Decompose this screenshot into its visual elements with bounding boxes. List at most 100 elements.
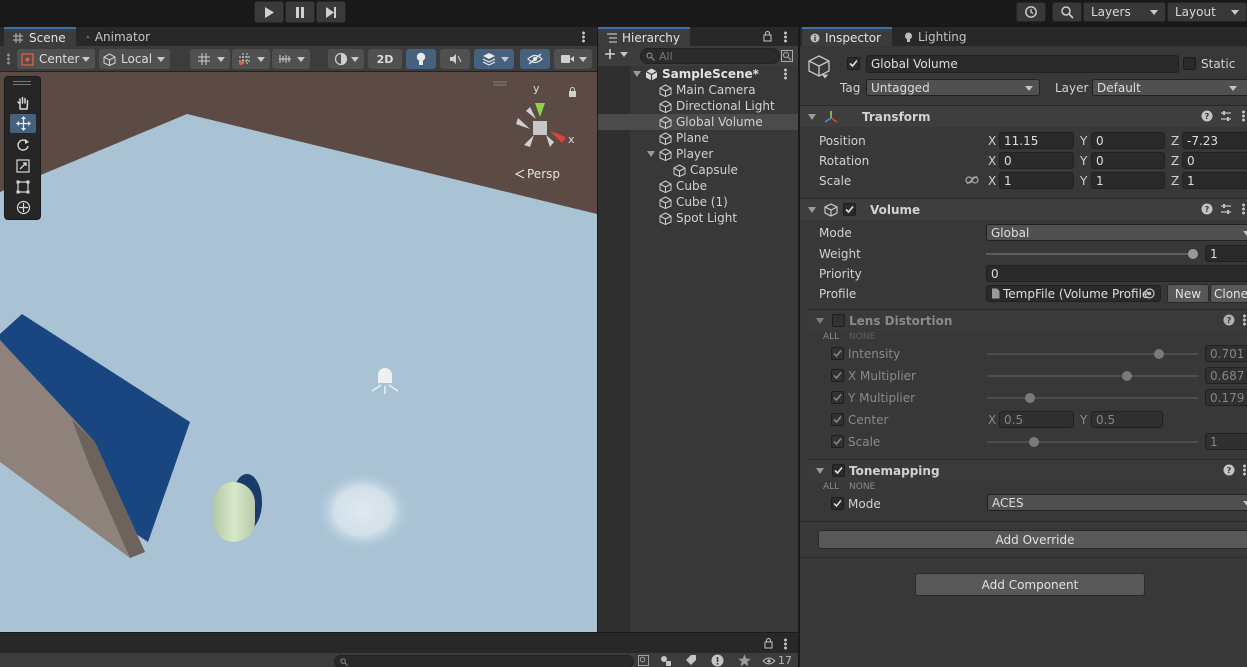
help-icon[interactable]: ? xyxy=(1201,110,1213,122)
position-y-input[interactable]: 0 xyxy=(1091,132,1165,149)
hierarchy-item[interactable]: Plane xyxy=(598,130,798,146)
kebab-menu-icon[interactable] xyxy=(1243,314,1246,326)
transform-tool[interactable] xyxy=(10,198,36,217)
weight-input[interactable]: 1 xyxy=(1205,245,1247,262)
position-z-input[interactable]: -7.23 xyxy=(1182,132,1247,149)
intensity-override-checkbox[interactable] xyxy=(831,347,844,360)
priority-input[interactable]: 0 xyxy=(986,265,1247,282)
new-profile-button[interactable]: New xyxy=(1167,284,1209,303)
hidden-count[interactable]: 17 xyxy=(762,654,792,667)
grid-snapping-button[interactable] xyxy=(190,49,230,69)
intensity-input[interactable]: 0.701 xyxy=(1205,345,1247,362)
tab-lighting[interactable]: Lighting xyxy=(896,27,976,47)
search-filter-icon[interactable] xyxy=(638,655,649,666)
increment-snapping-button[interactable] xyxy=(232,49,270,69)
presets-icon[interactable] xyxy=(1220,110,1232,122)
lens-scale-input[interactable]: 1 xyxy=(1205,433,1247,450)
help-icon[interactable]: ? xyxy=(1223,464,1235,476)
layout-dropdown[interactable]: Layout xyxy=(1167,2,1247,22)
step-button[interactable] xyxy=(316,1,346,23)
intensity-slider-thumb[interactable] xyxy=(1153,349,1164,359)
create-button[interactable] xyxy=(604,48,628,60)
tonemapping-mode-dropdown[interactable]: ACES xyxy=(987,494,1247,511)
scale-override-checkbox[interactable] xyxy=(831,435,844,448)
toggle-lighting-button[interactable] xyxy=(406,49,436,69)
tag-dropdown[interactable]: Untagged xyxy=(866,79,1040,96)
rotation-z-input[interactable]: 0 xyxy=(1182,152,1247,169)
ruler-button[interactable] xyxy=(272,49,310,69)
hierarchy-search-input[interactable]: All xyxy=(640,48,780,64)
kebab-menu-icon[interactable] xyxy=(582,31,585,43)
favorite-star-icon[interactable] xyxy=(738,654,751,667)
tonemapping-enabled-checkbox[interactable] xyxy=(832,464,845,477)
presets-icon[interactable] xyxy=(1220,203,1232,215)
effects-button[interactable] xyxy=(474,49,514,69)
help-icon[interactable]: ? xyxy=(1201,203,1213,215)
layer-dropdown[interactable]: Default xyxy=(1092,79,1247,96)
chevron-down-icon[interactable] xyxy=(821,74,829,79)
toggle-2d-button[interactable]: 2D xyxy=(368,49,402,69)
xmult-override-checkbox[interactable] xyxy=(831,369,844,382)
hierarchy-scene-row[interactable]: SampleScene* xyxy=(598,66,798,82)
lens-distortion-enabled-checkbox[interactable] xyxy=(832,314,845,327)
center-y-input[interactable]: 0.5 xyxy=(1091,411,1163,428)
lens-all-toggle[interactable]: ALL xyxy=(823,332,839,342)
tab-inspector[interactable]: Inspector xyxy=(802,27,892,47)
static-checkbox[interactable] xyxy=(1183,57,1196,70)
hierarchy-item[interactable]: Cube xyxy=(598,178,798,194)
center-x-input[interactable]: 0.5 xyxy=(999,411,1074,428)
object-picker-icon[interactable] xyxy=(1144,288,1155,299)
hierarchy-item[interactable]: Capsule xyxy=(598,162,798,178)
weight-slider[interactable] xyxy=(986,253,1198,255)
tonemapping-header[interactable]: Tonemapping xyxy=(808,459,1247,481)
play-button[interactable] xyxy=(254,1,284,23)
overlay-grip-icon[interactable] xyxy=(13,81,31,82)
volume-enabled-checkbox[interactable] xyxy=(843,203,856,216)
rotation-y-input[interactable]: 0 xyxy=(1091,152,1165,169)
unlink-icon[interactable] xyxy=(965,175,979,185)
kebab-menu-icon[interactable] xyxy=(784,638,787,650)
projection-toggle[interactable]: Persp xyxy=(515,167,560,181)
tonemapping-mode-override-checkbox[interactable] xyxy=(831,497,844,510)
center-override-checkbox[interactable] xyxy=(831,413,844,426)
pivot-mode-dropdown[interactable]: Center xyxy=(17,49,95,69)
add-component-button[interactable]: Add Component xyxy=(915,573,1145,596)
tonemapping-none-toggle[interactable]: NONE xyxy=(849,482,875,492)
panel-splitter[interactable] xyxy=(798,27,800,667)
project-search-input[interactable] xyxy=(334,655,634,667)
search-filter-icon[interactable] xyxy=(781,50,793,62)
xmult-input[interactable]: 0.687 xyxy=(1205,367,1247,384)
mode-dropdown[interactable]: Global xyxy=(986,224,1247,241)
tab-hierarchy[interactable]: Hierarchy xyxy=(598,27,690,47)
rotate-tool[interactable] xyxy=(10,135,36,154)
rect-tool[interactable] xyxy=(10,177,36,196)
xmult-slider-thumb[interactable] xyxy=(1121,371,1132,381)
warning-icon[interactable] xyxy=(711,654,724,667)
kebab-menu-icon[interactable] xyxy=(784,68,787,80)
lock-icon[interactable] xyxy=(763,31,772,42)
drag-handle-icon[interactable] xyxy=(7,53,10,65)
lens-scale-slider-thumb[interactable] xyxy=(1029,437,1040,447)
lock-icon[interactable] xyxy=(764,638,773,649)
expand-arrow-icon[interactable] xyxy=(647,151,655,157)
weight-slider-thumb[interactable] xyxy=(1188,249,1198,259)
ymult-input[interactable]: 0.179 xyxy=(1205,389,1247,406)
help-icon[interactable]: ? xyxy=(1223,314,1235,326)
layers-dropdown[interactable]: Layers xyxy=(1083,2,1166,22)
pivot-rotation-dropdown[interactable]: Local xyxy=(99,49,170,69)
tab-animator[interactable]: Animator xyxy=(78,27,158,47)
object-name-input[interactable]: Global Volume xyxy=(866,55,1179,73)
ymult-override-checkbox[interactable] xyxy=(831,391,844,404)
scale-y-input[interactable]: 1 xyxy=(1091,172,1165,189)
xmult-slider[interactable] xyxy=(987,375,1198,377)
hierarchy-item[interactable]: Player xyxy=(598,146,798,162)
pause-button[interactable] xyxy=(285,1,315,23)
tonemapping-all-toggle[interactable]: ALL xyxy=(823,482,839,492)
scene-camera-button[interactable] xyxy=(554,49,592,69)
scene-visibility-button[interactable] xyxy=(520,49,550,69)
profile-object-field[interactable]: TempFile (Volume Profile xyxy=(986,285,1161,302)
lens-distortion-header[interactable]: Lens Distortion xyxy=(808,309,1247,331)
intensity-slider[interactable] xyxy=(987,353,1198,355)
scale-tool[interactable] xyxy=(10,156,36,175)
hierarchy-item[interactable]: Main Camera xyxy=(598,82,798,98)
